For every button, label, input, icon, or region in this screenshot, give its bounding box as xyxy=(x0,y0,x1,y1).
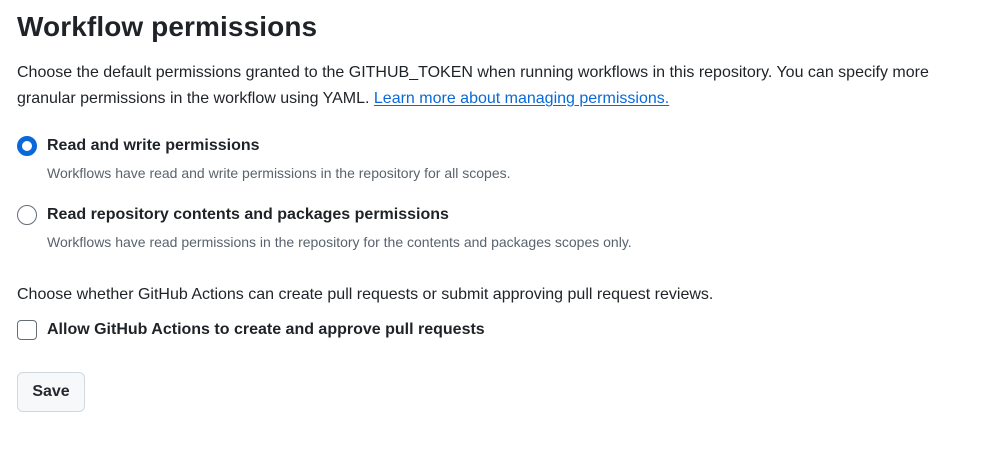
allow-pull-requests-label[interactable]: Allow GitHub Actions to create and appro… xyxy=(47,318,485,342)
allow-pull-requests-checkbox[interactable] xyxy=(17,320,37,340)
pull-requests-description: Choose whether GitHub Actions can create… xyxy=(17,286,714,303)
read-write-radio[interactable] xyxy=(17,136,37,156)
read-write-note: Workflows have read and write permission… xyxy=(47,165,511,181)
read-only-radio[interactable] xyxy=(17,205,37,225)
read-write-label[interactable]: Read and write permissions xyxy=(47,134,260,158)
read-only-note: Workflows have read permissions in the r… xyxy=(47,234,632,250)
read-only-label[interactable]: Read repository contents and packages pe… xyxy=(47,203,449,227)
description: Choose the default permissions granted t… xyxy=(17,60,967,112)
page-title: Workflow permissions xyxy=(17,11,318,42)
save-button[interactable]: Save xyxy=(17,372,85,412)
allow-pull-requests-row[interactable]: Allow GitHub Actions to create and appro… xyxy=(17,318,967,342)
learn-more-link[interactable]: Learn more about managing permissions. xyxy=(374,90,669,107)
